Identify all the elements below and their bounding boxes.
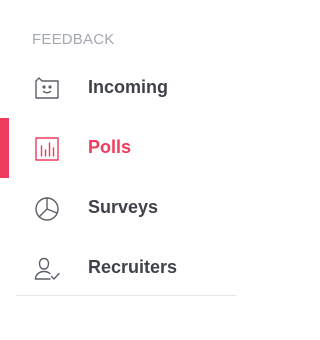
section-header-feedback: FEEDBACK (32, 31, 115, 48)
sidebar-item-recruiters[interactable]: Recruiters (0, 238, 240, 298)
section-divider (16, 295, 236, 296)
sidebar-item-label: Incoming (88, 77, 168, 97)
sidebar-item-surveys[interactable]: Surveys (0, 178, 240, 238)
inbox-tray-icon (33, 75, 61, 103)
user-check-icon (33, 255, 61, 283)
sidebar-item-label: Polls (88, 137, 132, 157)
sidebar-item-label: Surveys (88, 197, 159, 217)
active-marker (0, 118, 9, 178)
sidebar-item-polls[interactable]: Polls (0, 118, 240, 178)
sidebar-item-label: Recruiters (88, 257, 178, 277)
bar-chart-icon (33, 135, 61, 163)
sidebar-item-incoming[interactable]: Incoming (0, 58, 240, 118)
pie-chart-icon (33, 195, 61, 223)
sidebar-nav: Incoming Polls Surveys Recruiters (0, 58, 240, 298)
